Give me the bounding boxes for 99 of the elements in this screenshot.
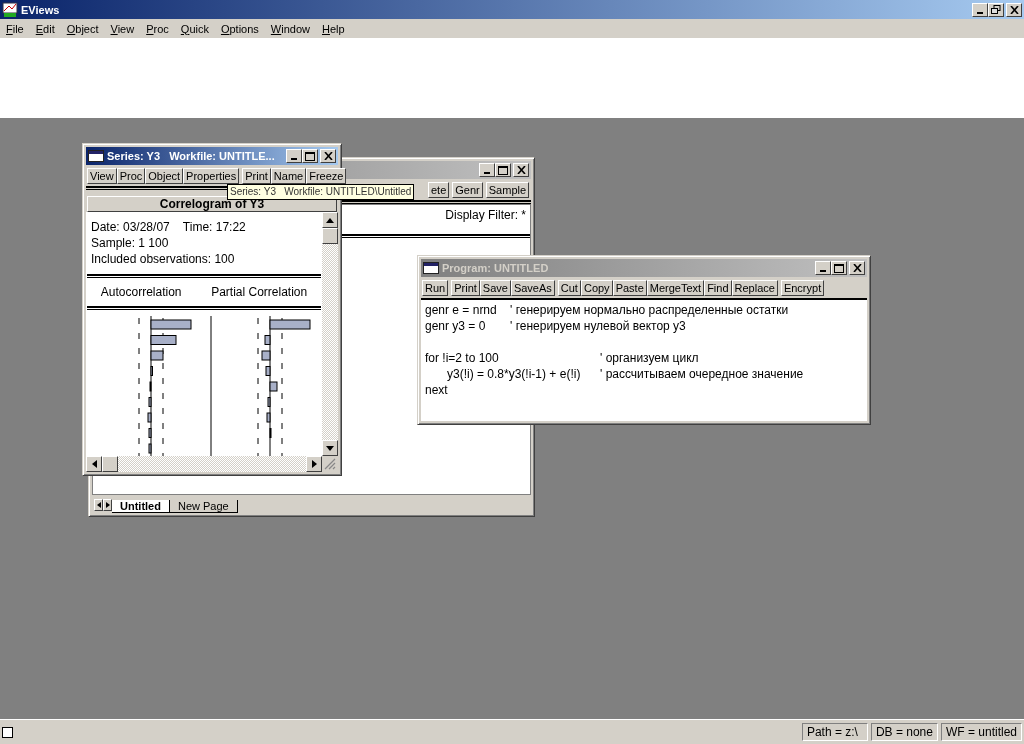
right-arrow-icon bbox=[105, 502, 110, 508]
resize-grip-icon[interactable] bbox=[324, 458, 336, 470]
page-tab[interactable]: Untitled bbox=[112, 500, 170, 513]
toolbar-button[interactable]: Paste bbox=[612, 280, 647, 296]
toolbar-button[interactable]: Freeze bbox=[306, 168, 347, 184]
horizontal-scrollbar[interactable] bbox=[86, 456, 322, 472]
status-field: DB = none bbox=[870, 723, 938, 741]
status-indicator bbox=[2, 726, 13, 738]
close-icon bbox=[323, 152, 333, 160]
toolbar-button[interactable]: Replace bbox=[731, 280, 778, 296]
toolbar-button[interactable]: Name bbox=[270, 168, 307, 184]
scroll-left-button[interactable] bbox=[94, 499, 103, 511]
maximize-icon bbox=[834, 263, 844, 273]
menu-item[interactable]: Options bbox=[214, 22, 265, 35]
toolbar-button[interactable]: ete bbox=[428, 182, 450, 198]
maximize-icon bbox=[305, 151, 315, 161]
window-title: EViews bbox=[21, 3, 60, 16]
code-text: y3(!i) = 0.8*y3(!i-1) + e(!i) bbox=[446, 367, 582, 383]
toolbar-button[interactable]: Object bbox=[145, 168, 184, 184]
toolbar-button[interactable]: Find bbox=[704, 280, 732, 296]
close-icon bbox=[1009, 5, 1019, 14]
window-title: Program: UNTITLED bbox=[442, 262, 549, 274]
minimize-button[interactable] bbox=[815, 261, 831, 275]
info-text: Sample: 1 100 bbox=[91, 236, 170, 252]
vertical-scrollbar[interactable] bbox=[322, 212, 338, 456]
close-button[interactable] bbox=[849, 261, 865, 275]
menu-item[interactable]: File bbox=[0, 22, 30, 35]
toolbar-button[interactable]: MergeText bbox=[646, 280, 705, 296]
close-icon bbox=[516, 166, 526, 174]
code-editor[interactable] bbox=[421, 298, 867, 421]
window-icon bbox=[423, 262, 439, 274]
status-field: WF = untitled bbox=[940, 723, 1022, 741]
close-button[interactable] bbox=[1006, 2, 1022, 17]
toolbar-button[interactable]: Run bbox=[422, 280, 449, 296]
minimize-button[interactable] bbox=[479, 163, 495, 177]
app-icon bbox=[2, 1, 18, 18]
menu-item[interactable]: Proc bbox=[140, 22, 175, 35]
info-text: Included observations: 100 bbox=[91, 252, 236, 268]
down-arrow-icon bbox=[326, 445, 334, 451]
window-icon bbox=[88, 150, 104, 162]
right-arrow-icon bbox=[311, 460, 317, 468]
toolbar-button[interactable]: Sample bbox=[485, 182, 530, 198]
maximize-icon bbox=[498, 165, 508, 175]
up-arrow-icon bbox=[326, 217, 334, 223]
info-text: Date: 03/28/07 Time: 17:22 bbox=[91, 220, 247, 236]
toolbar-button[interactable]: Proc bbox=[116, 168, 146, 184]
restore-button[interactable] bbox=[988, 2, 1004, 17]
scrollbar-thumb[interactable] bbox=[322, 228, 338, 244]
scroll-down-button[interactable] bbox=[322, 440, 338, 456]
minimize-button[interactable] bbox=[972, 2, 988, 17]
scrollbar-thumb[interactable] bbox=[102, 456, 118, 472]
code-comment: ' рассчитываем очередное значение bbox=[600, 367, 804, 383]
close-button[interactable] bbox=[513, 163, 529, 177]
left-arrow-icon bbox=[91, 460, 97, 468]
code-comment: ' генерируем нулевой вектор y3 bbox=[510, 319, 686, 335]
minimize-icon bbox=[820, 270, 826, 272]
toolbar-button[interactable]: Copy bbox=[580, 280, 613, 296]
scroll-up-button[interactable] bbox=[322, 212, 338, 228]
close-button[interactable] bbox=[320, 149, 336, 163]
display-filter: Display Filter: * bbox=[445, 208, 526, 222]
maximize-button[interactable] bbox=[495, 163, 511, 177]
code-text: for !i=2 to 100 bbox=[425, 351, 500, 367]
tooltip: Series: Y3 Workfile: UNTITLED\Untitled bbox=[227, 184, 415, 200]
window-title: Series: Y3 Workfile: UNTITLE... bbox=[107, 150, 275, 162]
code-text: genr e = nrnd bbox=[425, 303, 498, 319]
minimize-button[interactable] bbox=[286, 149, 302, 163]
toolbar-button[interactable]: Genr bbox=[452, 182, 483, 198]
close-icon bbox=[852, 264, 862, 272]
status-field: Path = z:\ bbox=[801, 723, 868, 741]
maximize-button[interactable] bbox=[302, 149, 318, 163]
scroll-right-button[interactable] bbox=[103, 499, 112, 511]
minimize-icon bbox=[977, 11, 983, 14]
restore-icon bbox=[991, 4, 1001, 15]
toolbar-button[interactable]: Save bbox=[479, 280, 511, 296]
page-tab[interactable]: New Page bbox=[169, 500, 238, 513]
toolbar-button[interactable]: SaveAs bbox=[510, 280, 555, 296]
scroll-right-button[interactable] bbox=[306, 456, 322, 472]
menu-item[interactable]: Quick bbox=[174, 22, 215, 35]
code-comment: ' генерируем нормально распределенные остатки bbox=[510, 303, 789, 319]
toolbar-button[interactable]: Encrypt bbox=[780, 280, 825, 296]
menu-item[interactable]: Edit bbox=[29, 22, 61, 35]
menu-item[interactable]: Help bbox=[316, 22, 351, 35]
menu-item[interactable]: Object bbox=[60, 22, 105, 35]
menu-item[interactable]: Window bbox=[264, 22, 316, 35]
toolbar-button[interactable]: Cut bbox=[557, 280, 581, 296]
minimize-icon bbox=[484, 172, 490, 174]
code-text: genr y3 = 0 bbox=[425, 319, 487, 335]
toolbar-button[interactable]: Print bbox=[451, 280, 480, 296]
column-header: Autocorrelation bbox=[100, 285, 182, 299]
code-text: next bbox=[425, 383, 449, 399]
toolbar-button[interactable]: Properties bbox=[183, 168, 240, 184]
left-arrow-icon bbox=[96, 502, 101, 508]
column-header: Partial Correlation bbox=[211, 285, 308, 299]
maximize-button[interactable] bbox=[831, 261, 847, 275]
toolbar-button[interactable]: View bbox=[87, 168, 117, 184]
scroll-left-button[interactable] bbox=[86, 456, 102, 472]
code-comment: ' организуем цикл bbox=[600, 351, 699, 367]
toolbar-button[interactable]: Print bbox=[242, 168, 271, 184]
menu-item[interactable]: View bbox=[104, 22, 141, 35]
